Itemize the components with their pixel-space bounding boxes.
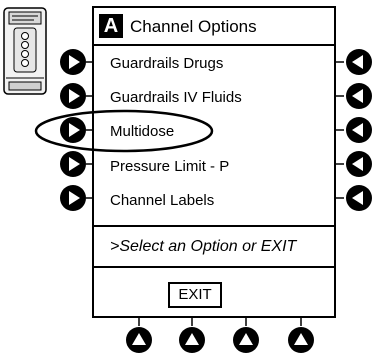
- right-softkey-5[interactable]: [346, 185, 372, 211]
- bottom-softkey-2[interactable]: [179, 327, 205, 353]
- left-softkey-2[interactable]: [60, 83, 86, 109]
- option-guardrails-iv-fluids[interactable]: Guardrails IV Fluids: [110, 89, 242, 107]
- right-softkey-2[interactable]: [346, 83, 372, 109]
- channel-badge: A: [99, 14, 123, 38]
- right-softkey-4[interactable]: [346, 151, 372, 177]
- infusion-pump-icon: [3, 7, 47, 95]
- option-guardrails-drugs[interactable]: Guardrails Drugs: [110, 55, 223, 73]
- option-channel-labels[interactable]: Channel Labels: [110, 192, 214, 210]
- left-softkey-3[interactable]: [60, 117, 86, 143]
- left-softkey-4[interactable]: [60, 151, 86, 177]
- option-pressure-limit[interactable]: Pressure Limit - P: [110, 158, 229, 176]
- left-softkey-1[interactable]: [60, 49, 86, 75]
- right-softkey-3[interactable]: [346, 117, 372, 143]
- divider: [94, 225, 334, 227]
- left-softkey-5[interactable]: [60, 185, 86, 211]
- prompt-text: >Select an Option or EXIT: [110, 238, 297, 255]
- option-multidose[interactable]: Multidose: [110, 123, 174, 141]
- channel-options-screen: A Channel Options Guardrails Drugs Guard…: [92, 6, 336, 318]
- exit-button[interactable]: EXIT: [168, 282, 222, 308]
- bottom-key-connectors: [138, 318, 302, 326]
- divider: [94, 266, 334, 268]
- screen-title: Channel Options: [130, 17, 257, 36]
- bottom-softkey-3[interactable]: [233, 327, 259, 353]
- screen-title-bar: A Channel Options: [94, 8, 334, 46]
- bottom-softkey-1[interactable]: [126, 327, 152, 353]
- bottom-softkey-4[interactable]: [288, 327, 314, 353]
- right-softkey-1[interactable]: [346, 49, 372, 75]
